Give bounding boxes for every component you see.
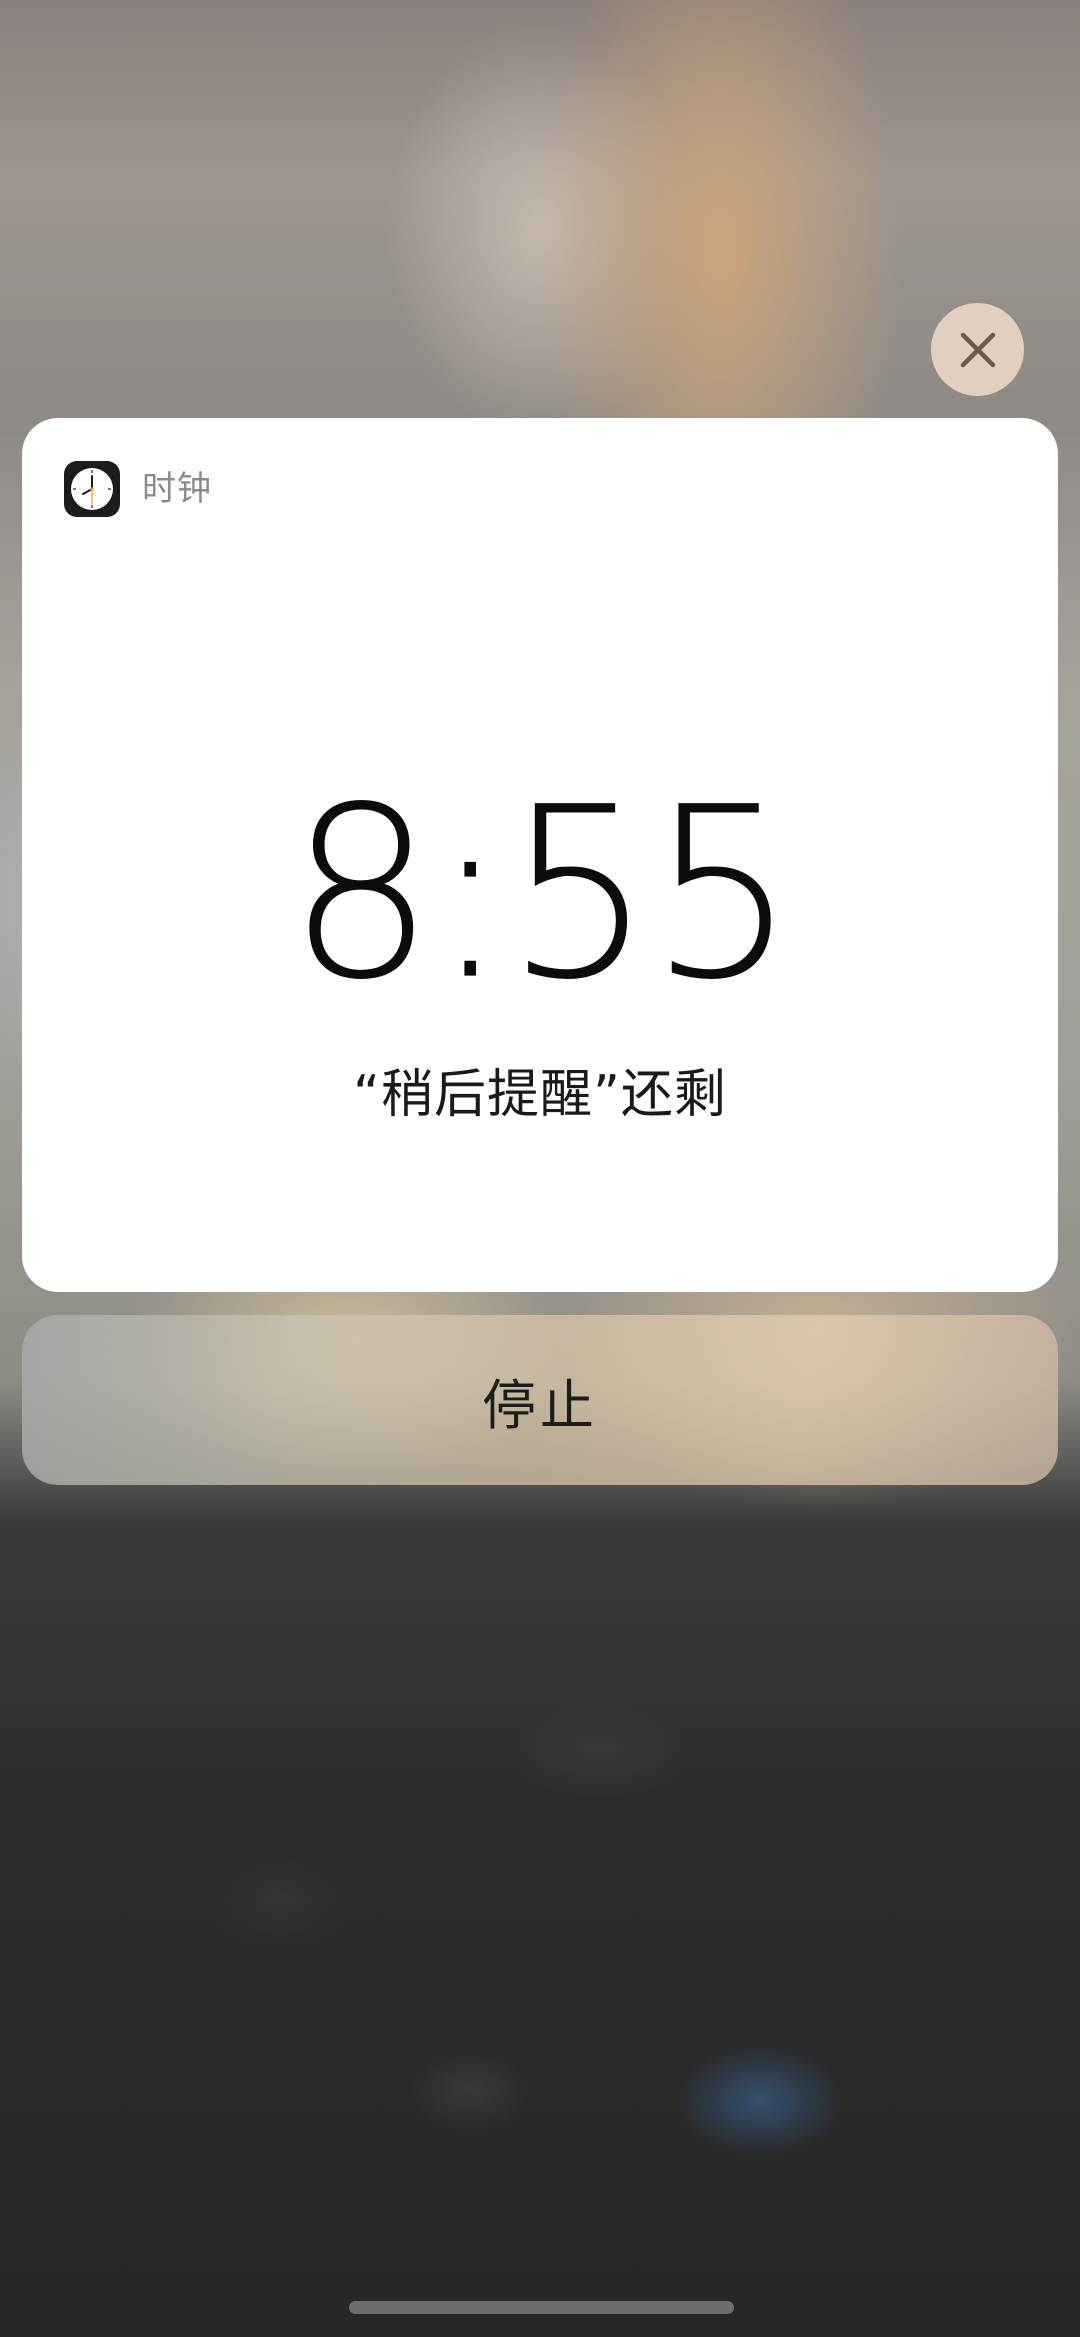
home-indicator[interactable] [349,2301,734,2314]
close-button[interactable] [931,303,1024,396]
stop-button-label: 停止 [482,1373,598,1437]
notification-header: 时钟 [64,460,212,518]
snooze-remaining-label: “稍后提醒”还剩 [353,1065,727,1125]
stop-button[interactable]: 停止 [22,1315,1058,1485]
app-name-label: 时钟 [142,469,212,509]
clock-app-icon [64,461,120,517]
close-icon [960,332,995,367]
alarm-time: 8:55 [287,756,797,1032]
clock-icon [71,468,113,510]
alarm-notification-card[interactable]: 时钟 8:55 “稍后提醒”还剩 [22,418,1058,1292]
